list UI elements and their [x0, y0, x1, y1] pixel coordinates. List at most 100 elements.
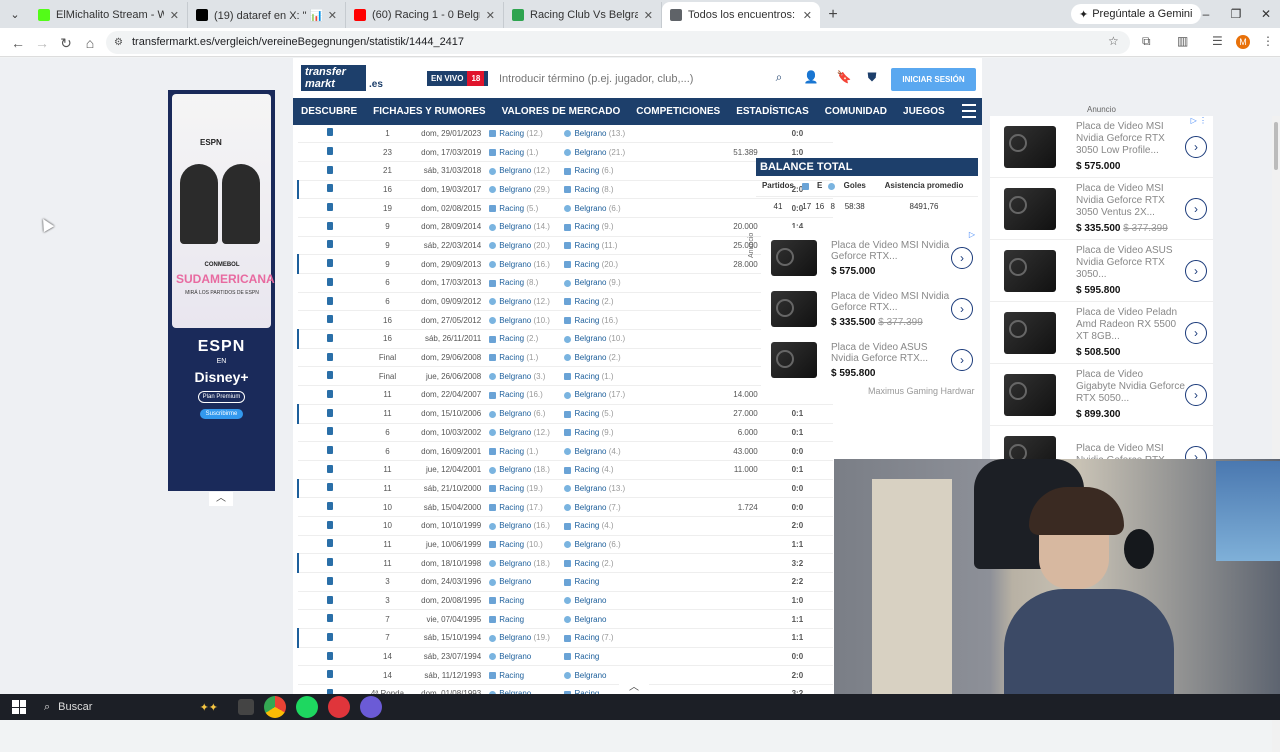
away-team[interactable]: Belgrano (17.) — [564, 385, 640, 405]
match-row[interactable]: 14 sáb, 11/12/1993 Racing Belgrano 2:0 — [298, 665, 833, 686]
away-team[interactable]: Racing (2.) — [564, 553, 640, 573]
chevron-right-icon[interactable]: › — [1185, 383, 1207, 406]
away-team[interactable]: Racing (4.) — [564, 460, 640, 480]
away-team[interactable]: Belgrano (13.) — [564, 479, 640, 499]
task-view-icon[interactable] — [238, 699, 254, 715]
nav-item[interactable]: VALORES DE MERCADO — [494, 106, 629, 117]
close-tab-icon[interactable]: ✕ — [328, 9, 337, 22]
side-panel-icon[interactable]: ▥ — [1177, 34, 1188, 48]
match-row[interactable]: 6 dom, 16/09/2001 Racing (1.) Belgrano (4.)… — [298, 441, 833, 461]
match-row[interactable]: 10 sáb, 15/04/2000 Racing (17.) Belgrano (7… — [298, 497, 833, 517]
spotify-icon[interactable] — [296, 696, 318, 718]
user-search-icon[interactable]: 👤 — [803, 70, 819, 86]
chevron-right-icon[interactable]: › — [1185, 197, 1207, 220]
match-row[interactable]: 11 sáb, 21/10/2000 Racing (19.) Belgrano (1… — [296, 479, 833, 499]
away-team[interactable]: Belgrano (21.) — [564, 142, 640, 162]
match-result[interactable]: 1:1 — [761, 609, 833, 630]
match-row[interactable]: 16 dom, 19/03/2017 Belgrano (29.) Racing (8… — [296, 180, 833, 200]
close-tab-icon[interactable]: ✕ — [170, 9, 179, 22]
suscribirme-button[interactable]: Suscribirme — [199, 409, 244, 419]
inner-ad-footer[interactable]: Maximus Gaming Hardwar — [868, 386, 975, 396]
match-result[interactable]: 0:0 — [761, 647, 833, 667]
inner-product-ad[interactable]: ▷ Placa de Video MSI Nvidia Geforce RTX.… — [761, 228, 979, 398]
nav-item[interactable]: DESCUBRE — [293, 106, 365, 117]
home-team[interactable]: Belgrano (6.) — [489, 404, 565, 424]
away-team[interactable]: Belgrano (4.) — [564, 441, 640, 461]
match-row[interactable]: 16 dom, 27/05/2012 Belgrano (10.) Racing (1… — [298, 310, 833, 331]
login-button[interactable]: INICIAR SESIÓN — [891, 68, 976, 91]
browser-menu-icon[interactable]: ⋮ — [1262, 34, 1274, 48]
match-row[interactable]: 16 sáb, 26/11/2011 Racing (2.) Belgrano (10… — [296, 329, 833, 349]
nav-item[interactable]: FICHAJES Y RUMORES — [365, 106, 493, 117]
away-team[interactable]: Belgrano (6.) — [564, 198, 640, 218]
match-result[interactable]: 2:2 — [761, 572, 833, 592]
inner-ad-product[interactable]: Placa de Video ASUS Nvidia Geforce RTX..… — [761, 336, 979, 384]
chrome-icon[interactable] — [264, 696, 286, 718]
browser-tab[interactable]: Racing Club Vs Belgrano - Aline ✕ — [504, 2, 662, 28]
home-team[interactable]: Belgrano (14.) — [489, 217, 565, 237]
match-row[interactable]: 14 sáb, 23/07/1994 Belgrano Racing 0:0 — [298, 647, 833, 667]
bookmark-star-icon[interactable]: ☆ — [1108, 34, 1119, 48]
match-row[interactable]: 23 dom, 17/03/2019 Racing (1.) Belgrano (21… — [298, 142, 833, 162]
home-icon[interactable]: ⌂ — [80, 33, 100, 53]
match-row[interactable]: 3 dom, 20/08/1995 Racing Belgrano 1:0 — [298, 591, 833, 611]
extensions-icon[interactable]: ⧉ — [1142, 34, 1151, 49]
home-team[interactable]: Belgrano — [489, 647, 565, 667]
obs-icon[interactable] — [328, 696, 350, 718]
domain-selector[interactable]: .es — [369, 79, 383, 91]
match-row[interactable]: 11 jue, 10/06/1999 Racing (10.) Belgrano (6… — [298, 535, 833, 555]
site-info-icon[interactable]: ⚙ — [114, 31, 123, 54]
away-team[interactable]: Belgrano (13.) — [564, 124, 640, 144]
match-row[interactable]: 7 sáb, 15/10/1994 Belgrano (19.) Racing (7.… — [296, 628, 833, 648]
home-team[interactable]: Racing (17.) — [489, 497, 565, 517]
nav-item[interactable]: COMUNIDAD — [817, 106, 895, 117]
site-search-input[interactable] — [493, 68, 797, 90]
match-result[interactable]: 2:0 — [761, 665, 833, 686]
chevron-right-icon[interactable]: › — [951, 349, 973, 371]
nav-item[interactable]: COMPETICIONES — [628, 106, 728, 117]
home-team[interactable]: Racing (1.) — [489, 441, 565, 461]
match-result[interactable]: 0:0 — [761, 124, 833, 144]
right-ad-product[interactable]: Placa de Video ASUS Nvidia Geforce RTX 3… — [990, 240, 1213, 302]
away-team[interactable]: Racing (7.) — [564, 628, 640, 648]
home-team[interactable]: Belgrano (12.) — [489, 292, 565, 312]
match-row[interactable]: Final dom, 29/06/2008 Racing (1.) Belgrano … — [298, 348, 833, 368]
home-team[interactable]: Belgrano (29.) — [489, 180, 565, 200]
match-result[interactable]: 3:2 — [761, 553, 833, 573]
home-team[interactable]: Racing (12.) — [489, 124, 565, 144]
away-team[interactable]: Racing (2.) — [564, 292, 640, 312]
right-ad-product[interactable]: Placa de Video Gigabyte Nvidia Geforce R… — [990, 364, 1213, 426]
reload-icon[interactable]: ↻ — [56, 33, 76, 53]
close-tab-icon[interactable]: ✕ — [486, 9, 495, 22]
home-team[interactable]: Belgrano (18.) — [489, 553, 565, 573]
away-team[interactable]: Racing (6.) — [564, 161, 640, 181]
transfermarkt-logo[interactable]: transfer markt .es — [301, 65, 383, 91]
maximize-button[interactable]: ❐ — [1221, 0, 1251, 28]
home-team[interactable]: Racing (16.) — [489, 385, 565, 405]
chevron-right-icon[interactable]: › — [1185, 259, 1207, 282]
away-team[interactable]: Racing (5.) — [564, 404, 640, 424]
home-team[interactable]: Belgrano (16.) — [489, 516, 565, 536]
away-team[interactable]: Belgrano (9.) — [564, 273, 640, 293]
match-result[interactable]: 0:0 — [761, 479, 833, 499]
home-team[interactable]: Belgrano (20.) — [489, 236, 565, 256]
discord-icon[interactable] — [360, 696, 382, 718]
home-team[interactable]: Racing — [489, 609, 565, 630]
home-team[interactable]: Belgrano (16.) — [489, 254, 565, 274]
reading-list-icon[interactable]: ☰ — [1212, 34, 1223, 48]
match-row[interactable]: 1 dom, 29/01/2023 Racing (12.) Belgrano (13… — [298, 124, 833, 144]
away-team[interactable]: Racing (8.) — [564, 180, 640, 200]
away-team[interactable]: Belgrano (10.) — [564, 329, 640, 349]
match-row[interactable]: 21 sáb, 31/03/2018 Belgrano (12.) Racing (6… — [298, 161, 833, 181]
tab-search-button[interactable]: ⌄ — [0, 0, 30, 28]
away-team[interactable]: Belgrano — [564, 591, 640, 611]
home-team[interactable]: Racing (10.) — [489, 535, 565, 555]
match-result[interactable]: 1:1 — [761, 535, 833, 555]
home-team[interactable]: Racing — [489, 665, 565, 686]
away-team[interactable]: Racing (9.) — [564, 423, 640, 443]
inner-ad-product[interactable]: Placa de Video MSI Nvidia Geforce RTX...… — [761, 234, 979, 282]
home-team[interactable]: Racing — [489, 591, 565, 611]
away-team[interactable]: Racing (4.) — [564, 516, 640, 536]
back-icon[interactable]: ← — [8, 33, 28, 53]
match-result[interactable]: 0:1 — [761, 460, 833, 480]
